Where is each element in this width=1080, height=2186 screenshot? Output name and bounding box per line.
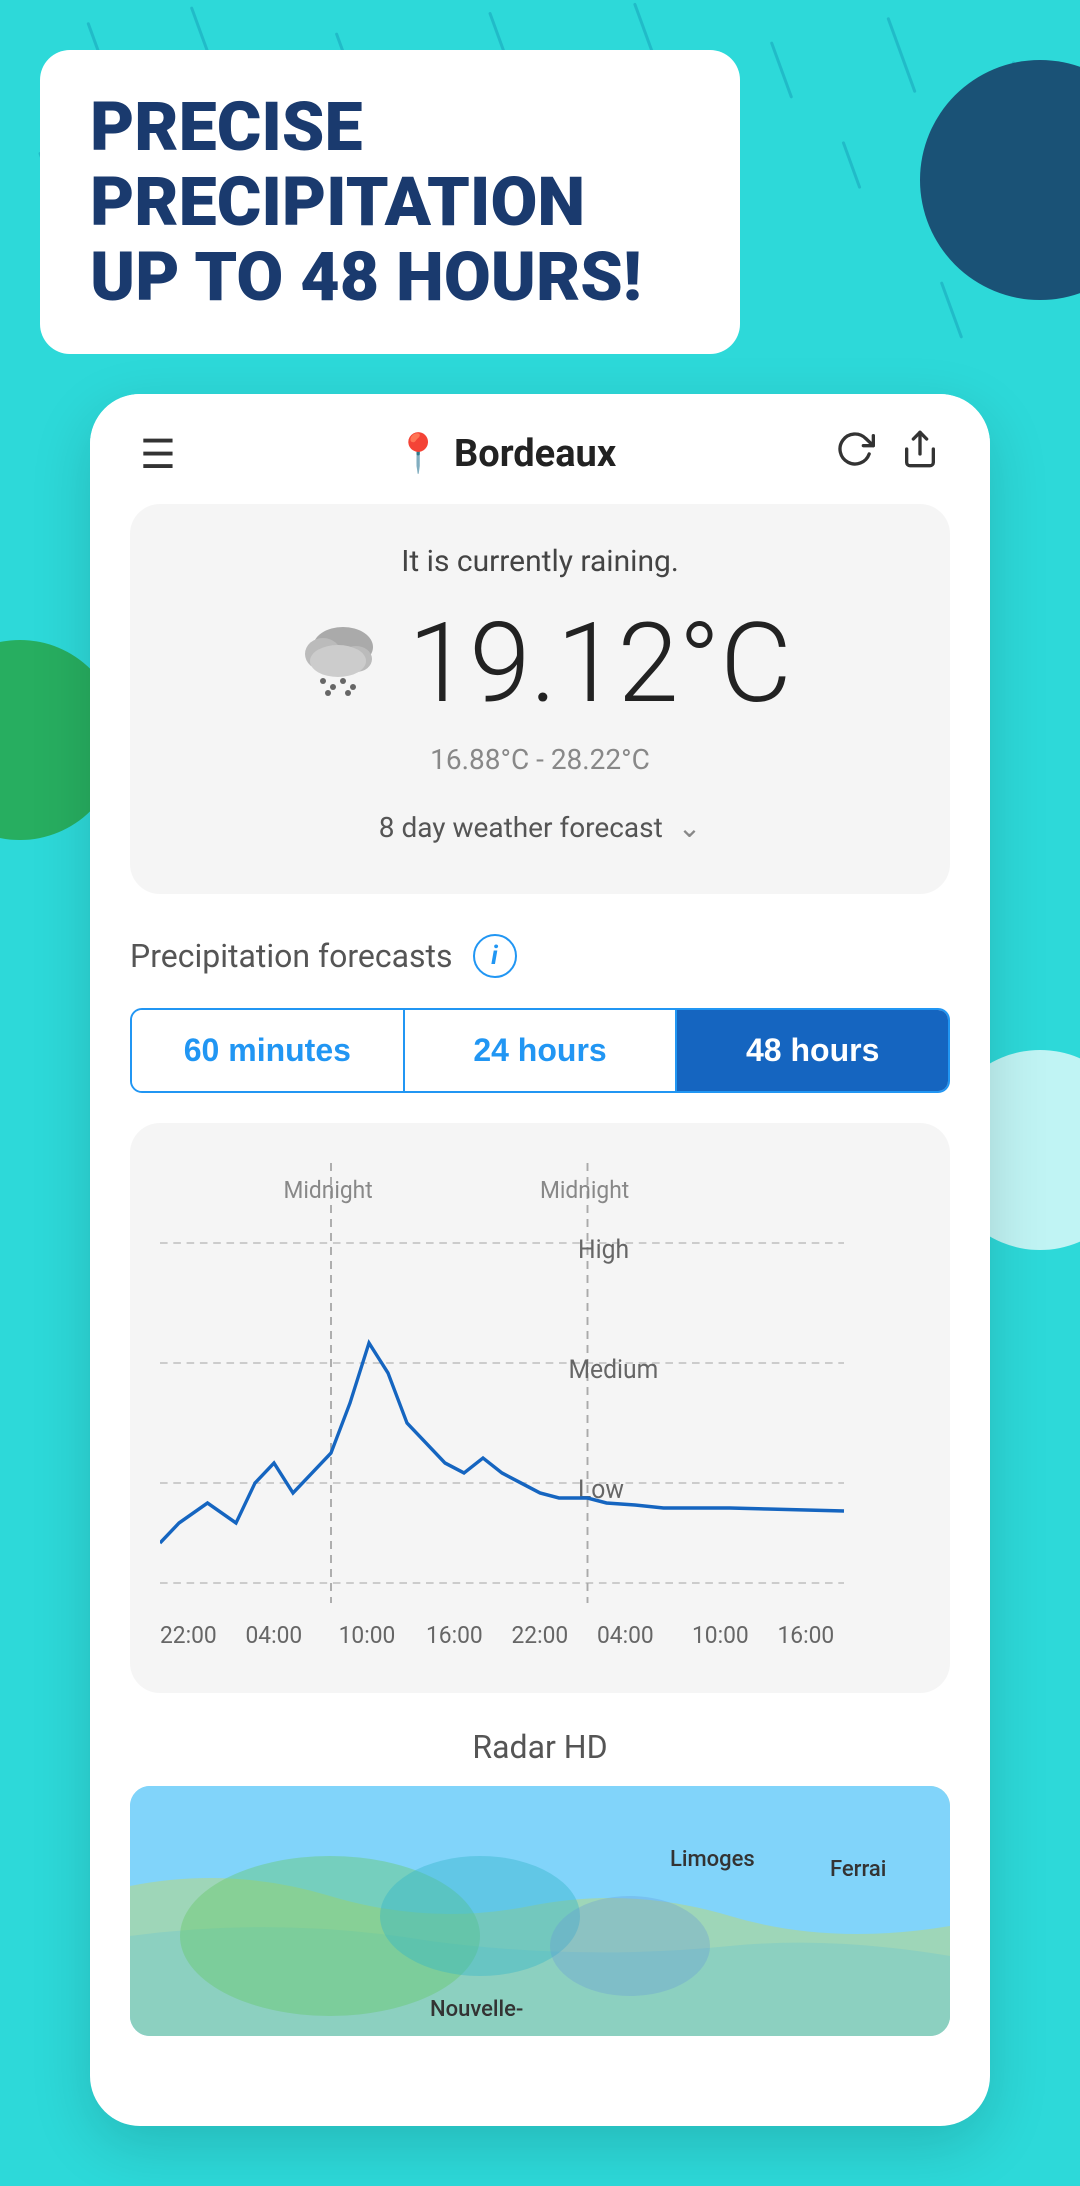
weather-icon <box>288 609 388 719</box>
chart-container: Midnight Midnight High Medium Low 22:00 … <box>160 1163 920 1663</box>
precipitation-chart: Midnight Midnight High Medium Low 22:00 … <box>160 1163 920 1663</box>
bottom-spacer <box>90 2046 990 2126</box>
header-actions <box>835 429 940 479</box>
svg-text:22:00: 22:00 <box>512 1621 569 1650</box>
svg-text:04:00: 04:00 <box>597 1621 654 1650</box>
tab-24-hours[interactable]: 24 hours <box>405 1010 678 1091</box>
menu-icon[interactable]: ☰ <box>140 431 176 478</box>
temperature-display: 19.12°C <box>408 599 791 728</box>
headline-text: PRECISE PRECIPITATION UP TO 48 HOURS! <box>90 90 690 314</box>
chevron-down-icon: ⌄ <box>678 811 701 844</box>
radar-section: Radar HD Limoges Ferrai Nouvelle- <box>90 1693 990 2046</box>
svg-text:Ferrai: Ferrai <box>830 1857 886 1882</box>
forecast-label: 8 day weather forecast <box>379 811 663 844</box>
temperature-range: 16.88°C - 28.22°C <box>180 743 900 776</box>
svg-text:Limoges: Limoges <box>670 1847 755 1872</box>
svg-text:10:00: 10:00 <box>692 1621 749 1650</box>
svg-text:16:00: 16:00 <box>778 1621 835 1650</box>
svg-text:04:00: 04:00 <box>246 1621 303 1650</box>
chart-card: Midnight Midnight High Medium Low 22:00 … <box>130 1123 950 1693</box>
precipitation-header: Precipitation forecasts i <box>130 934 950 978</box>
svg-text:Medium: Medium <box>569 1355 659 1386</box>
tab-60-minutes[interactable]: 60 minutes <box>132 1010 405 1091</box>
tab-48-hours[interactable]: 48 hours <box>677 1010 948 1091</box>
radar-map[interactable]: Limoges Ferrai Nouvelle- <box>130 1786 950 2036</box>
svg-text:16:00: 16:00 <box>426 1621 483 1650</box>
city-name: Bordeaux <box>454 432 616 476</box>
forecast-dropdown[interactable]: 8 day weather forecast ⌄ <box>180 801 900 854</box>
radar-title: Radar HD <box>130 1728 950 1766</box>
svg-text:22:00: 22:00 <box>160 1621 217 1650</box>
weather-main: 19.12°C <box>180 599 900 728</box>
phone-mockup: ☰ 📍 Bordeaux <box>90 394 990 2126</box>
weather-card: It is currently raining. <box>130 504 950 894</box>
svg-text:Midnight: Midnight <box>540 1176 629 1205</box>
svg-text:Midnight: Midnight <box>284 1176 373 1205</box>
refresh-button[interactable] <box>835 429 875 479</box>
precipitation-section: Precipitation forecasts i 60 minutes 24 … <box>90 894 990 1093</box>
app-header: ☰ 📍 Bordeaux <box>90 394 990 504</box>
headline-card: PRECISE PRECIPITATION UP TO 48 HOURS! <box>40 50 740 354</box>
precipitation-title: Precipitation forecasts <box>130 937 453 975</box>
svg-text:High: High <box>578 1235 629 1266</box>
location-display: 📍 Bordeaux <box>395 432 616 476</box>
weather-status: It is currently raining. <box>180 544 900 579</box>
svg-text:10:00: 10:00 <box>339 1621 396 1650</box>
time-tabs: 60 minutes 24 hours 48 hours <box>130 1008 950 1093</box>
location-pin-icon: 📍 <box>395 432 442 476</box>
info-icon[interactable]: i <box>473 934 517 978</box>
svg-text:Nouvelle-: Nouvelle- <box>430 1997 523 2022</box>
share-button[interactable] <box>900 429 940 479</box>
